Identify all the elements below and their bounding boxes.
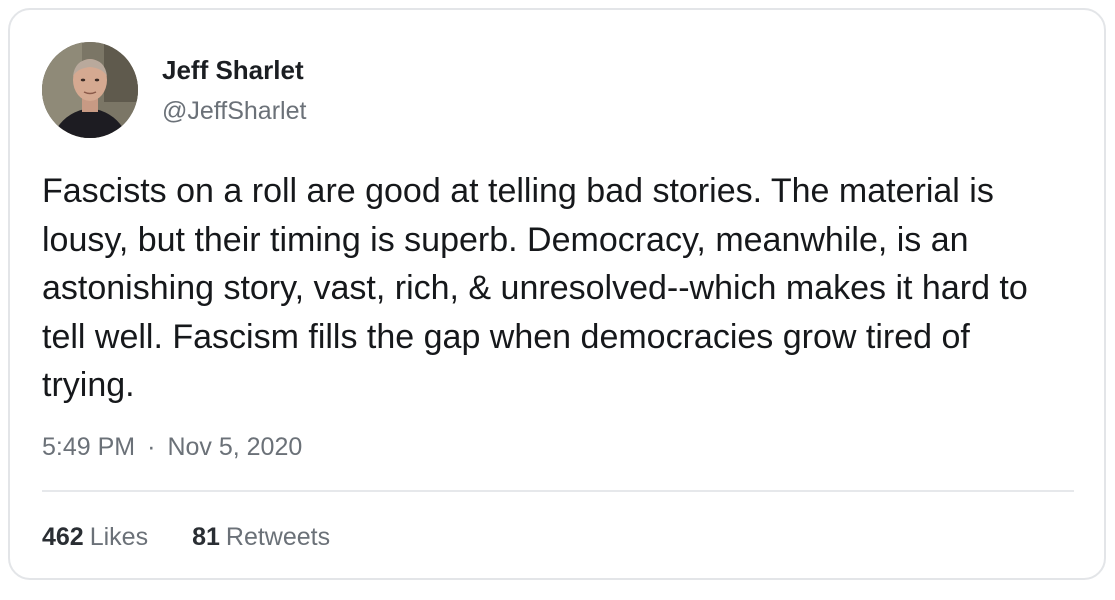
tweet-timestamp[interactable]: 5:49 PM · Nov 5, 2020 bbox=[42, 430, 302, 464]
retweets-stat[interactable]: 81 Retweets bbox=[192, 520, 330, 554]
tweet-card: Jeff Sharlet @JeffSharlet Fascists on a … bbox=[8, 8, 1106, 580]
likes-count: 462 bbox=[42, 523, 84, 551]
tweet-date: Nov 5, 2020 bbox=[167, 433, 303, 461]
author-handle[interactable]: @JeffSharlet bbox=[162, 95, 306, 127]
avatar[interactable] bbox=[42, 42, 138, 138]
meta-separator: · bbox=[147, 433, 156, 461]
retweets-label: Retweets bbox=[225, 523, 331, 551]
likes-label: Likes bbox=[89, 523, 149, 551]
tweet-stats: 462 Likes 81 Retweets bbox=[42, 520, 330, 554]
divider bbox=[42, 490, 1074, 492]
profile-photo bbox=[42, 42, 138, 138]
retweets-count: 81 bbox=[192, 523, 220, 551]
author-name[interactable]: Jeff Sharlet bbox=[162, 53, 304, 87]
likes-stat[interactable]: 462 Likes bbox=[42, 520, 148, 554]
tweet-time: 5:49 PM bbox=[42, 433, 136, 461]
tweet-text: Fascists on a roll are good at telling b… bbox=[42, 172, 1028, 404]
